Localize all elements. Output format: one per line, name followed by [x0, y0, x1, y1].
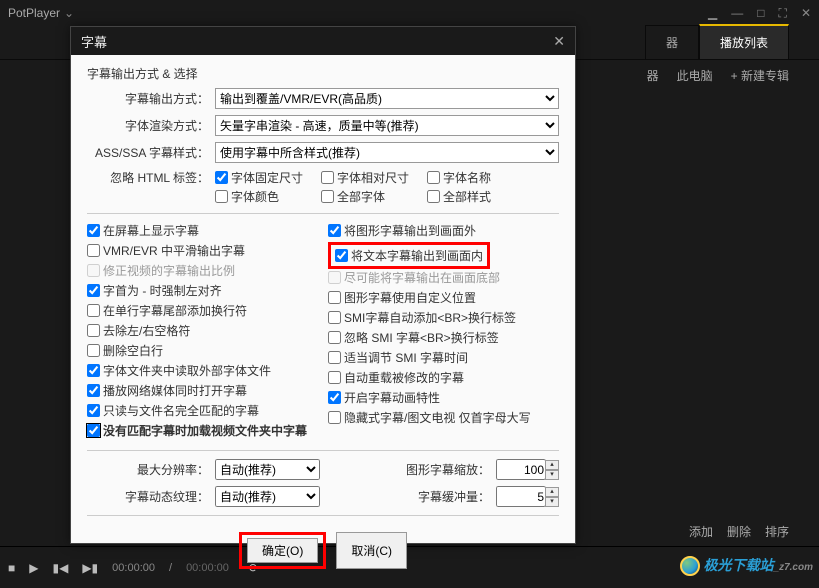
- cb-adjust-smi-time[interactable]: 适当调节 SMI 字幕时间: [328, 349, 559, 366]
- graphic-scale-label: 图形字幕缩放：: [320, 461, 496, 478]
- playlist-actions: 添加 删除 排序: [689, 523, 789, 540]
- cb-trim-spaces[interactable]: 去除左/右空格符: [87, 322, 318, 339]
- cb-reload-modified[interactable]: 自动重载被修改的字幕: [328, 369, 559, 386]
- left-column: 在屏幕上显示字幕 VMR/EVR 中平滑输出字幕 修正视频的字幕输出比例 字首为…: [87, 222, 318, 442]
- cb-open-sub-net[interactable]: 播放网络媒体同时打开字幕: [87, 382, 318, 399]
- cb-rel-size[interactable]: 字体相对尺寸: [321, 169, 409, 186]
- dialog-footer: 确定(O) 取消(C): [87, 524, 559, 579]
- spin-up-icon[interactable]: ▴: [545, 487, 559, 497]
- spin-down-icon[interactable]: ▾: [545, 470, 559, 480]
- cb-single-line-nl[interactable]: 在单行字幕尾部添加换行符: [87, 302, 318, 319]
- assssa-select[interactable]: 使用字幕中所含样式(推荐): [215, 142, 559, 163]
- watermark-logo-icon: [680, 556, 700, 576]
- highlight-ok: 确定(O): [239, 532, 326, 569]
- fullscreen-icon[interactable]: ⛶: [779, 6, 787, 21]
- cb-font-name[interactable]: 字体名称: [427, 169, 491, 186]
- cb-hide-uppercase[interactable]: 隐藏式字幕/图文电视 仅首字母大写: [328, 409, 559, 426]
- play-icon[interactable]: ▶: [29, 561, 38, 575]
- dialog-body: 字幕输出方式 & 选择 字幕输出方式： 输出到覆盖/VMR/EVR(高品质) 字…: [71, 55, 575, 587]
- cb-ignore-smi-br[interactable]: 忽略 SMI 字幕<BR>换行标签: [328, 329, 559, 346]
- cb-read-ext-font[interactable]: 字体文件夹中读取外部字体文件: [87, 362, 318, 379]
- section-output-title: 字幕输出方式 & 选择: [87, 65, 559, 82]
- render-label: 字体渲染方式：: [87, 117, 215, 134]
- spin-up-icon[interactable]: ▴: [545, 460, 559, 470]
- pin-icon[interactable]: ▁: [708, 6, 717, 21]
- cb-fix-ratio[interactable]: 修正视频的字幕输出比例: [87, 262, 318, 279]
- dyn-texture-label: 字幕动态纹理：: [87, 488, 215, 505]
- app-titlebar: PotPlayer ⌄ ▁ — □ ⛶ ✕: [0, 0, 819, 26]
- cancel-button[interactable]: 取消(C): [336, 532, 407, 569]
- cb-graphic-outside[interactable]: 将图形字幕输出到画面外: [328, 222, 559, 239]
- graphic-scale-input[interactable]: [496, 459, 546, 480]
- dialog-titlebar: 字幕 ✕: [71, 27, 575, 55]
- subtab-new-album[interactable]: + 新建专辑: [731, 67, 789, 84]
- cb-first-align[interactable]: 字首为 - 时强制左对齐: [87, 282, 318, 299]
- buffer-input[interactable]: [496, 486, 546, 507]
- dialog-title: 字幕: [81, 32, 107, 51]
- output-method-select[interactable]: 输出到覆盖/VMR/EVR(高品质): [215, 88, 559, 109]
- right-column: 将图形字幕输出到画面外 将文本字幕输出到画面内 尽可能将字幕输出在画面底部 图形…: [328, 222, 559, 442]
- cb-del-blank[interactable]: 删除空白行: [87, 342, 318, 359]
- ignore-html-label: 忽略 HTML 标签：: [87, 169, 215, 186]
- tab-device[interactable]: 器: [645, 25, 699, 59]
- cb-only-full-match[interactable]: 只读与文件名完全匹配的字幕: [87, 402, 318, 419]
- close-icon[interactable]: ✕: [553, 33, 565, 50]
- cb-font-color[interactable]: 字体颜色: [215, 188, 279, 205]
- dropdown-icon[interactable]: ⌄: [64, 6, 74, 20]
- cb-fixed-size[interactable]: 字体固定尺寸: [215, 169, 303, 186]
- tab-playlist[interactable]: 播放列表: [699, 24, 789, 59]
- render-select[interactable]: 矢量字串渲染 - 高速，质量中等(推荐): [215, 115, 559, 136]
- assssa-label: ASS/SSA 字幕样式：: [87, 144, 215, 161]
- del-button[interactable]: 删除: [727, 523, 751, 540]
- subtab-thispc[interactable]: 此电脑: [677, 67, 713, 84]
- max-res-label: 最大分辨率：: [87, 461, 215, 478]
- prev-icon[interactable]: ▮◀: [52, 561, 68, 575]
- max-res-select[interactable]: 自动(推荐): [215, 459, 320, 480]
- cb-graphic-custom-pos[interactable]: 图形字幕使用自定义位置: [328, 289, 559, 306]
- cb-smi-br[interactable]: SMI字幕自动添加<BR>换行标签: [328, 309, 559, 326]
- ok-button[interactable]: 确定(O): [247, 538, 318, 563]
- window-controls: ▁ — □ ⛶ ✕: [708, 6, 811, 21]
- add-button[interactable]: 添加: [689, 523, 713, 540]
- spin-down-icon[interactable]: ▾: [545, 497, 559, 507]
- output-method-label: 字幕输出方式：: [87, 90, 215, 107]
- maximize-icon[interactable]: □: [757, 6, 764, 21]
- cb-try-bottom[interactable]: 尽可能将字幕输出在画面底部: [328, 269, 559, 286]
- highlight-text-inside: 将文本字幕输出到画面内: [328, 242, 490, 269]
- sort-button[interactable]: 排序: [765, 523, 789, 540]
- close-icon[interactable]: ✕: [801, 6, 811, 21]
- buffer-label: 字幕缓冲量：: [320, 488, 496, 505]
- stop-icon[interactable]: ■: [8, 561, 15, 575]
- app-name: PotPlayer: [8, 6, 60, 20]
- minimize-icon[interactable]: —: [731, 6, 743, 21]
- cb-all-style[interactable]: 全部样式: [427, 188, 491, 205]
- cb-vmr-smooth[interactable]: VMR/EVR 中平滑输出字幕: [87, 242, 318, 259]
- cb-anim-effect[interactable]: 开启字幕动画特性: [328, 389, 559, 406]
- subtitle-dialog: 字幕 ✕ 字幕输出方式 & 选择 字幕输出方式： 输出到覆盖/VMR/EVR(高…: [70, 26, 576, 544]
- dyn-texture-select[interactable]: 自动(推荐): [215, 486, 320, 507]
- subtab-drive[interactable]: 器: [647, 67, 659, 84]
- cb-show-on-screen[interactable]: 在屏幕上显示字幕: [87, 222, 318, 239]
- watermark: 极光下载站_z7.com: [680, 555, 813, 576]
- cb-load-folder-subs[interactable]: 没有匹配字幕时加载视频文件夹中字幕: [87, 422, 318, 439]
- cb-all-font[interactable]: 全部字体: [321, 188, 385, 205]
- cb-text-inside[interactable]: 将文本字幕输出到画面内: [335, 247, 483, 264]
